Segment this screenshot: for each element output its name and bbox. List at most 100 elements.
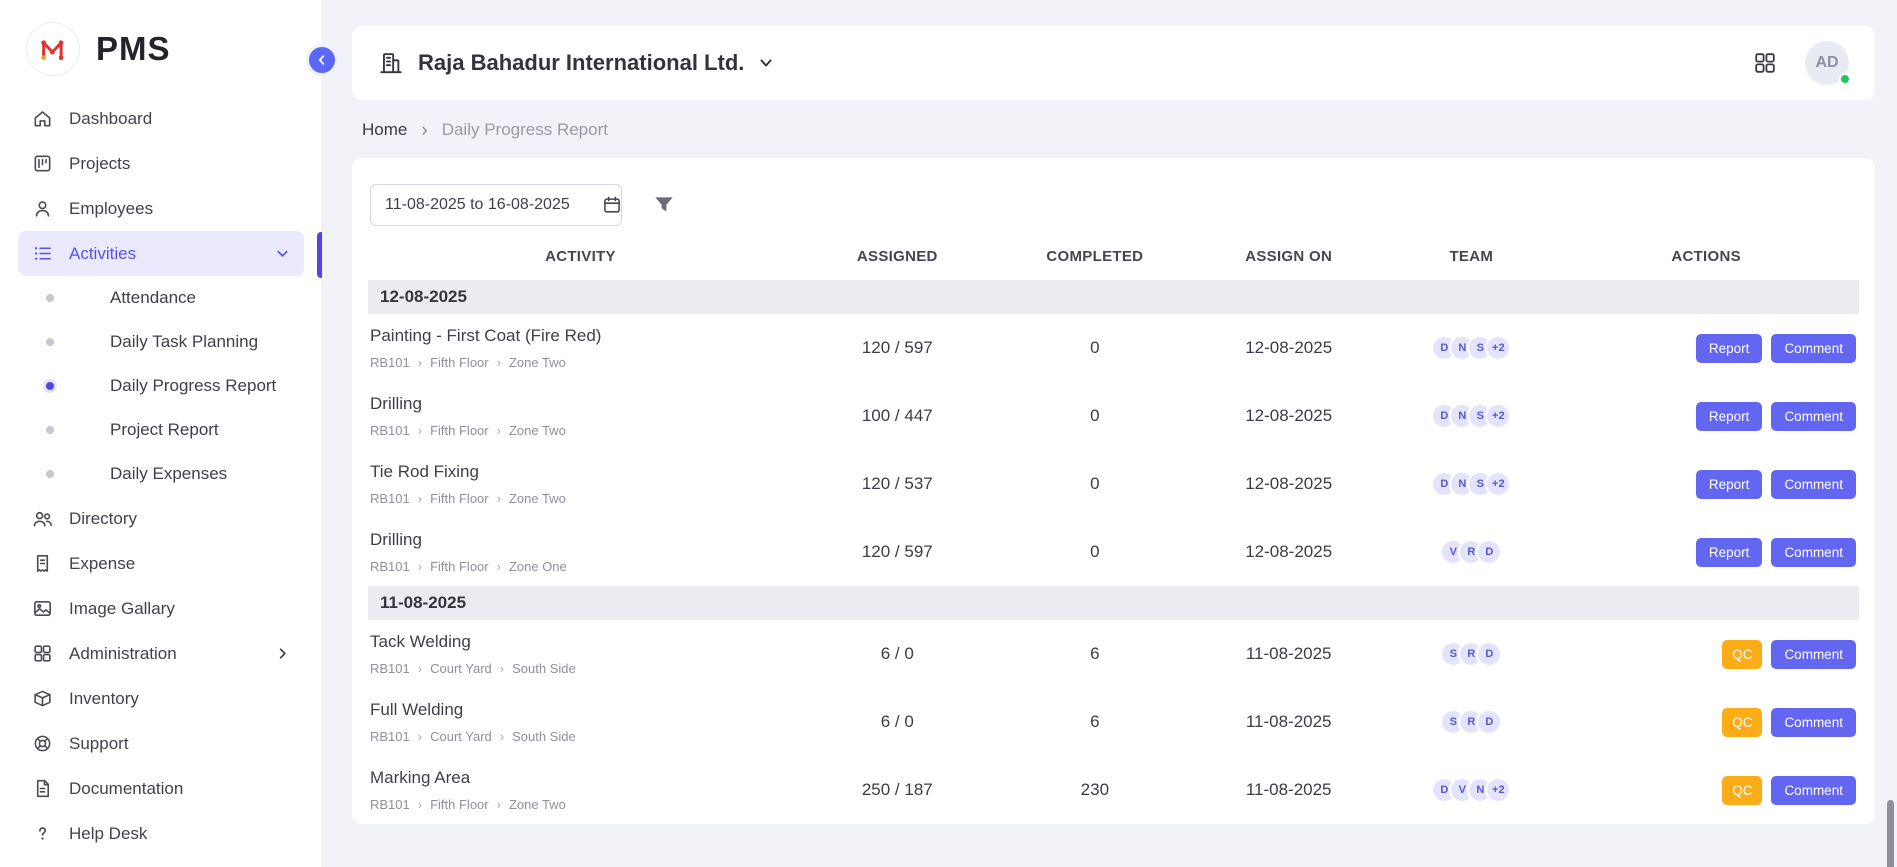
team-avatar[interactable]: D <box>1476 539 1502 565</box>
sidebar-item-projects[interactable]: Projects <box>18 141 304 186</box>
team-avatars: DNS+2 <box>1389 471 1553 497</box>
sidebar-item-image-gallery[interactable]: Image Gallary <box>18 586 304 631</box>
table-header: ACTIVITY ASSIGNED COMPLETED ASSIGN ON TE… <box>368 232 1859 280</box>
qc-button[interactable]: QC <box>1722 708 1762 737</box>
team-avatar[interactable]: D <box>1476 641 1502 667</box>
activity-name: Tie Rod Fixing <box>370 462 787 482</box>
sidebar-item-label: Expense <box>69 554 135 574</box>
path-segment: South Side <box>512 661 576 676</box>
date-group-header: 11-08-2025 <box>368 586 1859 620</box>
row-actions: QC Comment <box>1553 708 1859 737</box>
breadcrumb-current: Daily Progress Report <box>442 120 608 140</box>
comment-button[interactable]: Comment <box>1771 708 1856 737</box>
company-name: Raja Bahadur International Ltd. <box>418 50 744 76</box>
report-button[interactable]: Report <box>1696 470 1763 499</box>
report-button[interactable]: Report <box>1696 538 1763 567</box>
sidebar-item-employees[interactable]: Employees <box>18 186 304 231</box>
grid-squares-icon <box>32 643 53 664</box>
team-avatar-more[interactable]: +2 <box>1485 403 1511 429</box>
comment-button[interactable]: Comment <box>1771 334 1856 363</box>
comment-button[interactable]: Comment <box>1771 538 1856 567</box>
sidebar-subitem-label: Daily Task Planning <box>110 332 258 352</box>
path-segment: Zone One <box>509 559 567 574</box>
breadcrumb-home[interactable]: Home <box>362 120 407 140</box>
assign-on-value: 11-08-2025 <box>1188 780 1389 800</box>
path-separator-icon: › <box>497 492 501 505</box>
path-segment: RB101 <box>370 661 410 676</box>
date-range-input[interactable] <box>370 184 622 226</box>
apps-grid-icon[interactable] <box>1753 51 1777 75</box>
sidebar-subitem-project-report[interactable]: Project Report <box>18 408 304 452</box>
calendar-icon[interactable] <box>602 195 622 215</box>
column-header-activity: ACTIVITY <box>368 248 793 265</box>
receipt-icon <box>32 553 53 574</box>
path-segment: Court Yard <box>430 661 492 676</box>
team-avatar-more[interactable]: +2 <box>1485 777 1511 803</box>
sidebar-item-inventory[interactable]: Inventory <box>18 676 304 721</box>
avatar[interactable]: AD <box>1805 41 1849 85</box>
sidebar-item-support[interactable]: Support <box>18 721 304 766</box>
table-row: Drilling RB101›Fifth Floor›Zone One 120 … <box>368 518 1859 586</box>
comment-button[interactable]: Comment <box>1771 640 1856 669</box>
avatar-initials: AD <box>1815 54 1838 72</box>
path-separator-icon: › <box>500 730 504 743</box>
report-button[interactable]: Report <box>1696 402 1763 431</box>
sidebar-subitem-daily-task-planning[interactable]: Daily Task Planning <box>18 320 304 364</box>
document-icon <box>32 778 53 799</box>
sidebar-item-activities[interactable]: Activities <box>18 231 304 276</box>
sidebar-nav: Dashboard Projects Employees Activities <box>0 92 322 856</box>
row-actions: QC Comment <box>1553 776 1859 805</box>
activity-name: Painting - First Coat (Fire Red) <box>370 326 787 346</box>
filter-funnel-icon[interactable] <box>652 193 676 217</box>
sidebar-item-label: Activities <box>69 244 136 264</box>
assign-on-value: 12-08-2025 <box>1188 406 1389 426</box>
vertical-scrollbar[interactable] <box>1887 800 1894 867</box>
online-status-dot <box>1839 73 1851 85</box>
date-range-value[interactable] <box>383 195 594 215</box>
completed-value: 6 <box>1002 712 1188 732</box>
sidebar-item-directory[interactable]: Directory <box>18 496 304 541</box>
path-segment: Fifth Floor <box>430 559 489 574</box>
column-header-actions: ACTIONS <box>1553 248 1859 265</box>
sidebar-item-administration[interactable]: Administration <box>18 631 304 676</box>
team-avatars: DVN+2 <box>1389 777 1553 803</box>
comment-button[interactable]: Comment <box>1771 402 1856 431</box>
assign-on-value: 11-08-2025 <box>1188 712 1389 732</box>
app-logo: PMS <box>0 0 322 92</box>
path-separator-icon: › <box>418 492 422 505</box>
sidebar-item-label: Image Gallary <box>69 599 175 619</box>
qc-button[interactable]: QC <box>1722 776 1762 805</box>
company-selector[interactable]: Raja Bahadur International Ltd. <box>378 50 774 76</box>
assign-on-value: 12-08-2025 <box>1188 338 1389 358</box>
team-avatar[interactable]: D <box>1476 709 1502 735</box>
sidebar-item-documentation[interactable]: Documentation <box>18 766 304 811</box>
path-separator-icon: › <box>500 662 504 675</box>
team-avatar-more[interactable]: +2 <box>1485 335 1511 361</box>
active-nav-indicator <box>317 232 322 278</box>
sidebar-collapse-button[interactable] <box>306 44 338 76</box>
sidebar-subitem-attendance[interactable]: Attendance <box>18 276 304 320</box>
sidebar-item-label: Administration <box>69 644 177 664</box>
table-row: Painting - First Coat (Fire Red) RB101›F… <box>368 314 1859 382</box>
assigned-value: 250 / 187 <box>793 780 1002 800</box>
team-avatars: SRD <box>1389 709 1553 735</box>
people-icon <box>32 508 53 529</box>
lifebuoy-icon <box>32 733 53 754</box>
bullet-icon <box>46 470 54 478</box>
sidebar-subitem-daily-expenses[interactable]: Daily Expenses <box>18 452 304 496</box>
path-segment: Fifth Floor <box>430 355 489 370</box>
sidebar-item-label: Documentation <box>69 779 183 799</box>
comment-button[interactable]: Comment <box>1771 776 1856 805</box>
team-avatar-more[interactable]: +2 <box>1485 471 1511 497</box>
comment-button[interactable]: Comment <box>1771 470 1856 499</box>
sidebar-item-expense[interactable]: Expense <box>18 541 304 586</box>
chevron-down-icon <box>758 55 774 71</box>
sidebar-item-help-desk[interactable]: Help Desk <box>18 811 304 856</box>
team-avatars: DNS+2 <box>1389 335 1553 361</box>
sidebar-item-dashboard[interactable]: Dashboard <box>18 96 304 141</box>
qc-button[interactable]: QC <box>1722 640 1762 669</box>
report-button[interactable]: Report <box>1696 334 1763 363</box>
sidebar-subitem-daily-progress-report[interactable]: Daily Progress Report <box>18 364 304 408</box>
path-segment: South Side <box>512 729 576 744</box>
completed-value: 0 <box>1002 338 1188 358</box>
